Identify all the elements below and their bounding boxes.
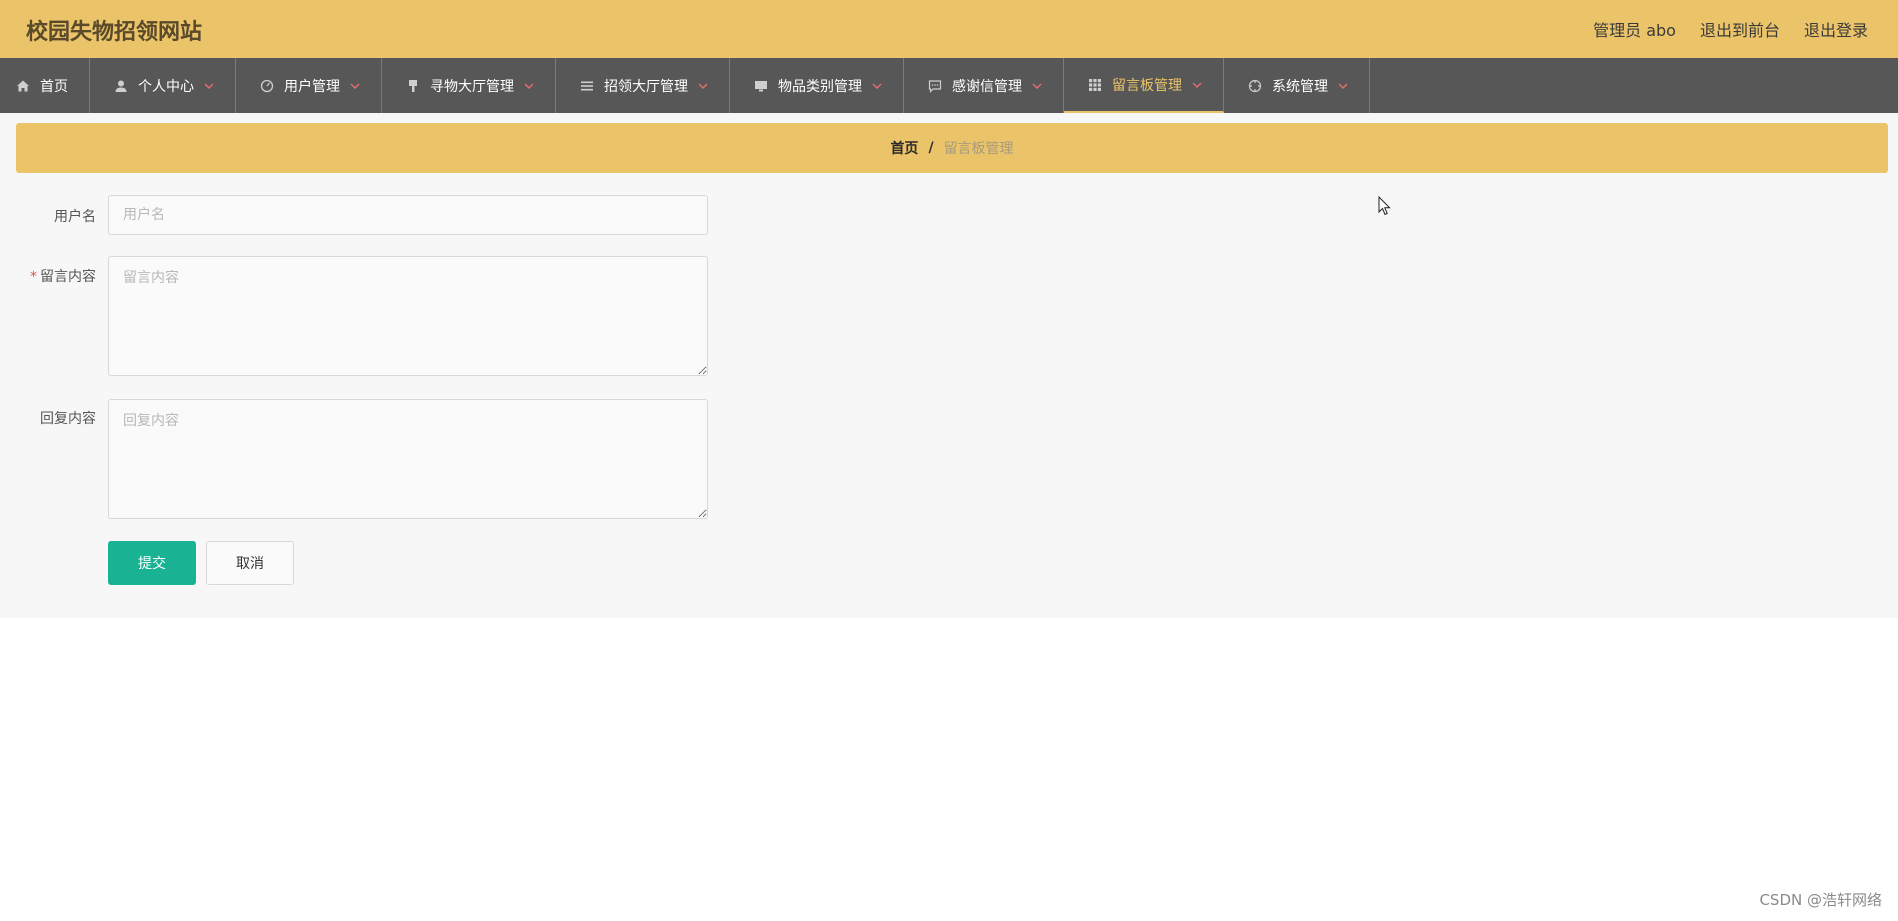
chevron-down-icon [872, 80, 884, 92]
reply-content-label: 回复内容 [40, 411, 96, 427]
nav-item-label: 首页 [40, 78, 68, 95]
monitor-icon [754, 79, 768, 93]
gauge-icon [260, 79, 274, 93]
chevron-down-icon [1032, 80, 1044, 92]
nav-item-label: 感谢信管理 [952, 78, 1022, 95]
top-links: 管理员 abo 退出到前台 退出登录 [1593, 17, 1868, 41]
nav-item-label: 物品类别管理 [778, 78, 862, 95]
site-title: 校园失物招领网站 [26, 20, 203, 45]
nav-item-found-hall-management[interactable]: 招领大厅管理 [556, 58, 730, 113]
nav-item-label: 个人中心 [138, 78, 194, 95]
nav-item-label: 留言板管理 [1112, 77, 1182, 94]
nav-item-thanks-letter-management[interactable]: 感谢信管理 [904, 58, 1064, 113]
nav-item-label: 系统管理 [1272, 78, 1328, 95]
nav-item-lost-hall-management[interactable]: 寻物大厅管理 [382, 58, 556, 113]
breadcrumb-home[interactable]: 首页 [890, 138, 918, 158]
nav-item-message-board-management[interactable]: 留言板管理 [1064, 58, 1224, 113]
nav-item-label: 用户管理 [284, 78, 340, 95]
exit-to-front-link[interactable]: 退出到前台 [1700, 17, 1780, 41]
reply-content-textarea[interactable] [108, 399, 708, 519]
top-header: 校园失物招领网站 管理员 abo 退出到前台 退出登录 [0, 0, 1898, 58]
breadcrumb-current: 留言板管理 [943, 141, 1014, 157]
username-label: 用户名 [54, 209, 96, 225]
nav-item-label: 招领大厅管理 [604, 78, 688, 95]
chat-icon [928, 79, 942, 93]
chevron-down-icon [1338, 80, 1350, 92]
watermark: CSDN @浩轩网络 [1759, 891, 1882, 909]
main-content: 首页 / 留言板管理 用户名 *留言内容 回复内容 提交 取消 [0, 113, 1898, 618]
required-mark: * [30, 269, 37, 285]
home-icon [16, 79, 30, 93]
cancel-button[interactable]: 取消 [206, 541, 294, 585]
breadcrumb: 首页 / 留言板管理 [16, 123, 1888, 173]
main-nav: 首页 个人中心 用户管理 寻物大厅管理 招领大厅管理 物品类别管理 感谢信管理 … [0, 58, 1898, 113]
admin-username: 管理员 abo [1593, 21, 1676, 40]
username-input[interactable] [108, 195, 708, 235]
message-content-label: * 留言内容 [30, 269, 96, 285]
brush-icon [406, 79, 420, 93]
nav-item-user-management[interactable]: 用户管理 [236, 58, 382, 113]
chevron-down-icon [524, 80, 536, 92]
nav-item-personal-center[interactable]: 个人中心 [90, 58, 236, 113]
nav-item-label: 寻物大厅管理 [430, 78, 514, 95]
breadcrumb-separator: / [928, 140, 934, 156]
user-icon [114, 79, 128, 93]
nav-item-category-management[interactable]: 物品类别管理 [730, 58, 904, 113]
nav-item-system-management[interactable]: 系统管理 [1224, 58, 1370, 113]
crosshair-icon [1248, 79, 1262, 93]
chevron-down-icon [698, 80, 710, 92]
grid-icon [1088, 78, 1102, 92]
list-icon [580, 79, 594, 93]
message-content-textarea[interactable] [108, 256, 708, 376]
chevron-down-icon [204, 80, 216, 92]
mouse-cursor-icon [1378, 195, 1392, 220]
nav-item-home[interactable]: 首页 [0, 58, 90, 113]
chevron-down-icon [1192, 79, 1204, 91]
chevron-down-icon [350, 80, 362, 92]
submit-button[interactable]: 提交 [108, 541, 196, 585]
logout-link[interactable]: 退出登录 [1804, 17, 1868, 41]
